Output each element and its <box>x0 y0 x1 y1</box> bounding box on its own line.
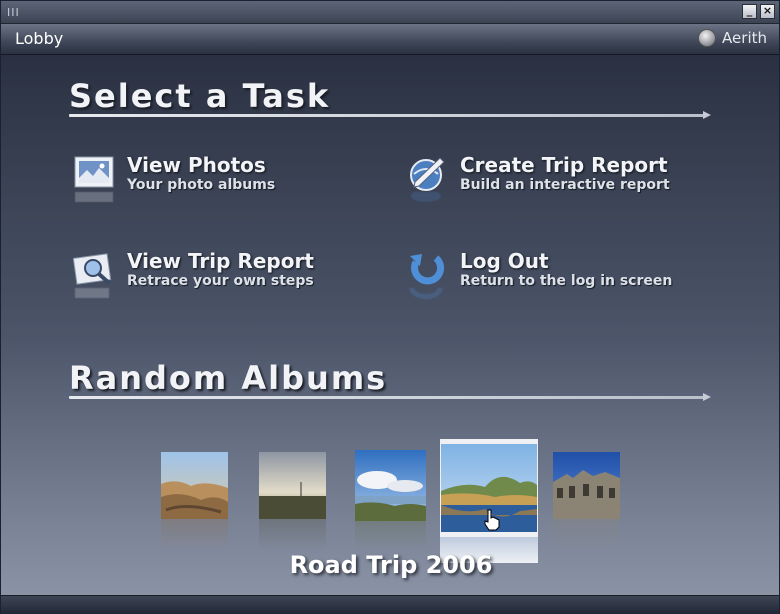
create-trip-report-title: Create Trip Report <box>460 153 668 177</box>
selected-album-caption: Road Trip 2006 <box>289 551 493 579</box>
log-out-title: Log Out <box>460 249 549 273</box>
album-thumbnail-lake-clouds[interactable] <box>355 450 426 550</box>
album-thumbnail-selected[interactable] <box>440 439 538 563</box>
view-photos-task[interactable]: View Photos Your photo albums <box>73 153 276 202</box>
hand-cursor-icon <box>484 509 500 531</box>
view-trip-report-subtitle: Retrace your own steps <box>127 273 314 289</box>
view-trip-report-title: View Trip Report <box>127 249 314 273</box>
logout-icon <box>406 250 448 300</box>
view-trip-report-task[interactable]: View Trip Report Retrace your own steps <box>72 249 314 298</box>
bottom-bar <box>1 595 779 614</box>
page-title: Lobby <box>15 29 64 48</box>
create-trip-report-subtitle: Build an interactive report <box>460 177 670 193</box>
photos-icon <box>73 154 115 202</box>
create-trip-report-task[interactable]: Create Trip Report Build an interactive … <box>406 153 670 202</box>
minimize-button[interactable]: _ <box>742 4 757 19</box>
window-titlebar[interactable]: III _ × <box>1 1 779 24</box>
albums-heading: Random Albums <box>69 359 388 397</box>
view-photos-subtitle: Your photo albums <box>127 177 276 193</box>
close-button[interactable]: × <box>760 4 775 19</box>
album-thumbnail-sunset[interactable] <box>259 452 326 550</box>
log-out-task[interactable]: Log Out Return to the log in screen <box>406 249 673 300</box>
log-out-subtitle: Return to the log in screen <box>460 273 673 289</box>
window-grip[interactable]: III <box>7 6 20 19</box>
view-photos-title: View Photos <box>127 153 266 177</box>
create-report-icon <box>406 154 448 202</box>
tasks-heading-rule <box>69 111 711 119</box>
user-badge[interactable]: Aerith <box>698 29 767 47</box>
header-bar: Lobby Aerith <box>1 24 779 55</box>
user-name: Aerith <box>722 29 767 47</box>
albums-heading-rule <box>69 393 711 401</box>
lobby-window: III _ × Lobby Aerith Select a Task View … <box>0 0 780 614</box>
album-thumbnail-desert[interactable] <box>161 452 228 550</box>
user-avatar-icon <box>698 29 717 47</box>
album-thumbnail-building[interactable] <box>553 452 620 550</box>
view-report-icon <box>72 250 115 298</box>
tasks-heading: Select a Task <box>69 77 331 115</box>
